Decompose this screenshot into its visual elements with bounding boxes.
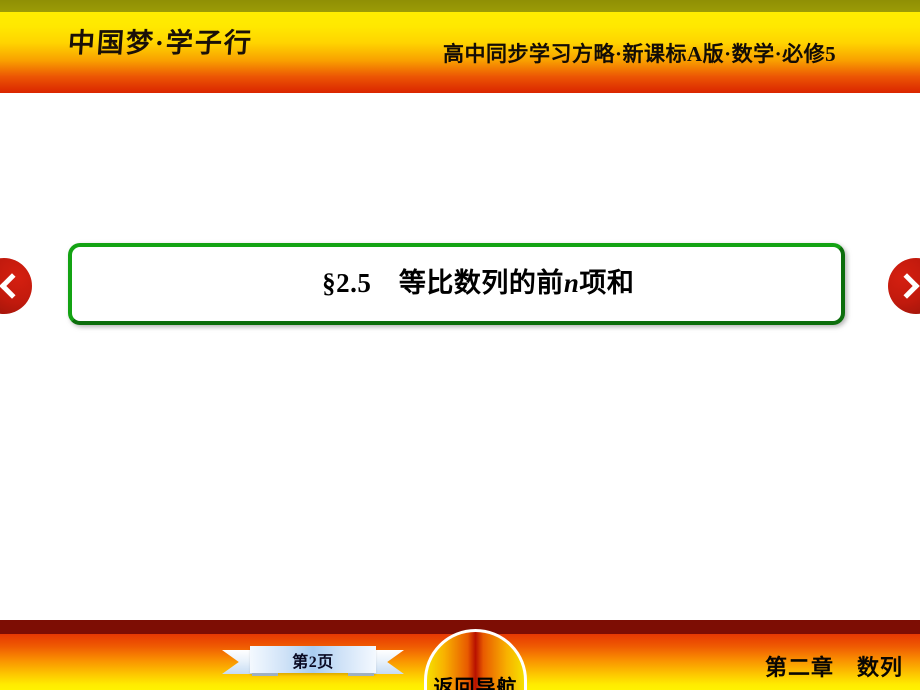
- page-number-label: 第2页: [292, 653, 334, 671]
- section-title-variable: n: [563, 267, 580, 298]
- slide-header: 中国梦·学子行 高中同步学习方略·新课标A版·数学·必修5: [0, 0, 920, 93]
- return-nav-label: 返回导航: [433, 676, 518, 690]
- ribbon-banner: 第2页: [250, 646, 376, 673]
- section-title-part2: 项和: [579, 267, 635, 298]
- chevron-right-icon: [894, 273, 920, 299]
- chevron-left-icon: [0, 273, 25, 299]
- brand-logo: 中国梦·学子行: [66, 28, 254, 58]
- section-title: §2.5 等比数列的前n项和: [279, 243, 635, 324]
- course-subtitle: 高中同步学习方略·新课标A版·数学·必修5: [443, 42, 837, 66]
- section-title-box: §2.5 等比数列的前n项和: [68, 243, 845, 325]
- slide-footer: 第2页 返回导航 第二章 数列: [0, 620, 920, 690]
- section-title-part1: 等比数列的前: [371, 267, 564, 298]
- slide-body: §2.5 等比数列的前n项和: [0, 93, 920, 620]
- chapter-label: 第二章 数列: [765, 655, 904, 680]
- page-number-ribbon: 第2页: [222, 646, 404, 676]
- section-title-prefix: §2.5: [322, 267, 372, 298]
- header-top-strip: [0, 0, 920, 12]
